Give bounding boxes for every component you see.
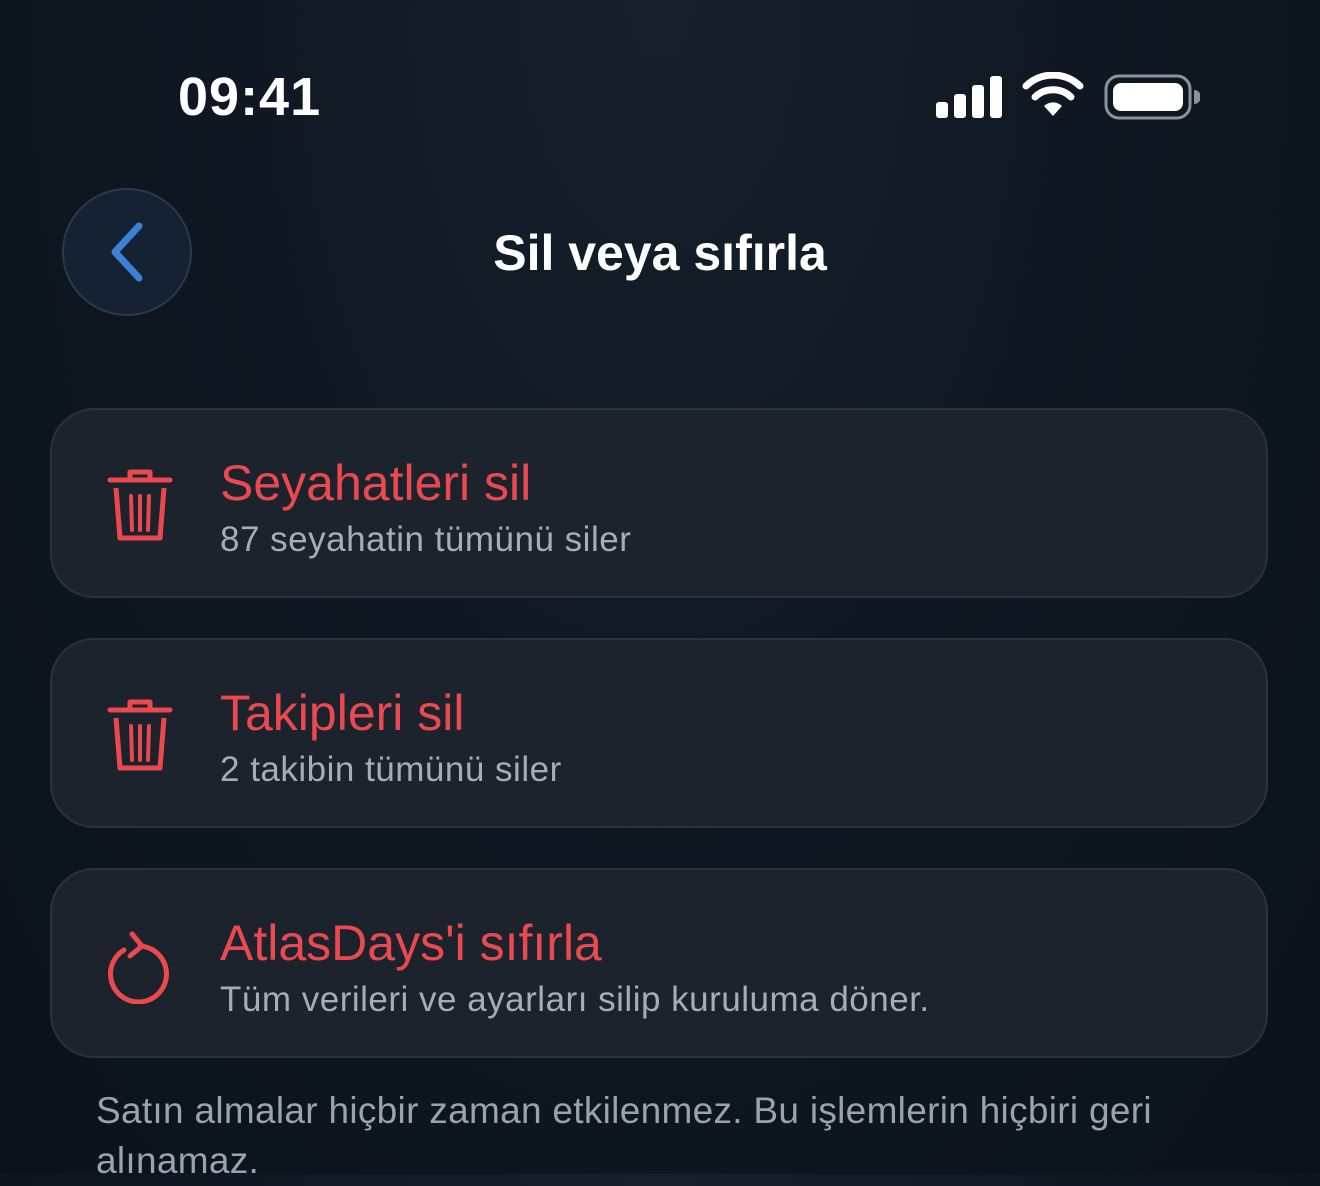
- action-title: Seyahatleri sil: [220, 455, 532, 511]
- action-subtitle: 87 seyahatin tümünü siler: [220, 520, 632, 559]
- action-title: Takipleri sil: [220, 685, 465, 741]
- delete-trackings-button[interactable]: Takipleri sil 2 takibin tümünü siler: [50, 638, 1268, 828]
- reset-icon: [108, 931, 169, 1004]
- action-subtitle: Tüm verileri ve ayarları silip kuruluma …: [220, 980, 930, 1019]
- battery-icon: [1104, 74, 1200, 120]
- action-subtitle: 2 takibin tümünü siler: [220, 750, 562, 789]
- wifi-icon: [1022, 72, 1084, 116]
- status-bar: 09:41: [0, 0, 1320, 190]
- footer-note: Satın almalar hiçbir zaman etkilenmez. B…: [96, 1090, 1152, 1181]
- reset-app-button[interactable]: AtlasDays'i sıfırla Tüm verileri ve ayar…: [50, 868, 1268, 1058]
- page-title: Sil veya sıfırla: [493, 225, 827, 281]
- status-time: 09:41: [178, 67, 322, 127]
- trash-icon: [107, 469, 173, 541]
- action-title: AtlasDays'i sıfırla: [220, 915, 602, 971]
- cellular-signal-icon: [936, 76, 1002, 118]
- trash-icon: [107, 699, 173, 771]
- delete-trips-button[interactable]: Seyahatleri sil 87 seyahatin tümünü sile…: [50, 408, 1268, 598]
